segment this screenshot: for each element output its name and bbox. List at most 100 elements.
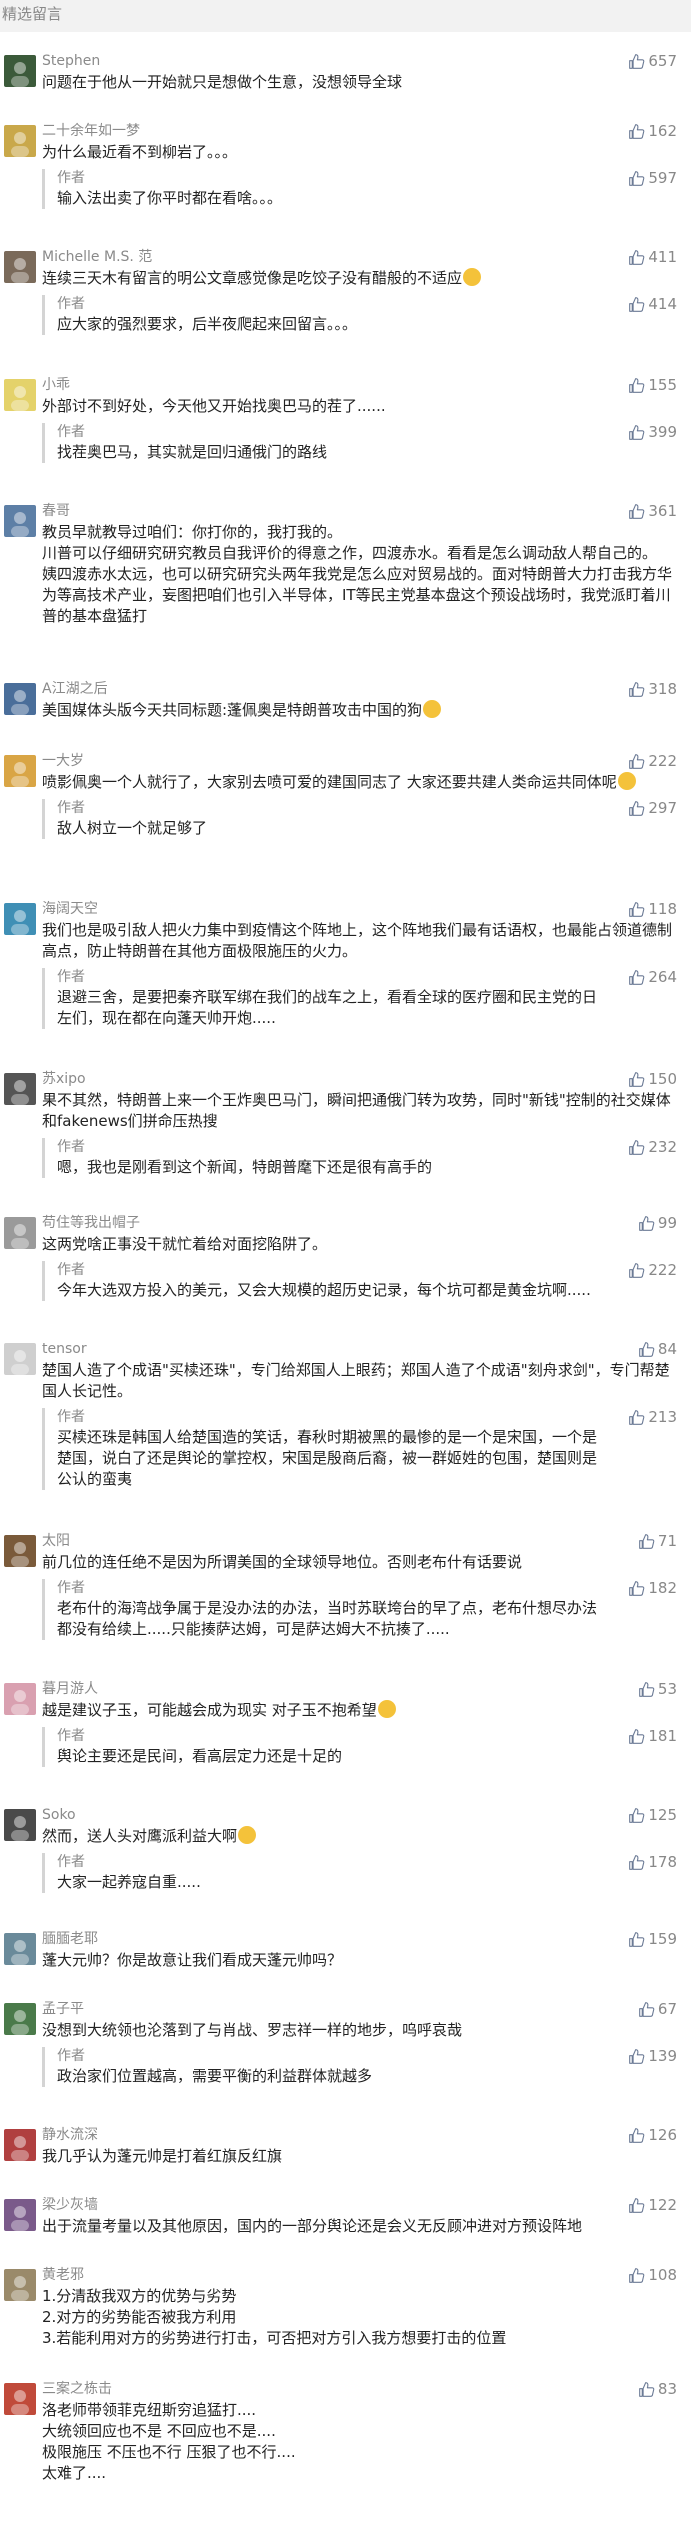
comment-nickname[interactable]: 暮月游人	[42, 1680, 677, 1698]
comment-item: 春哥 361 教员早就教导过咱们：你打你的，我打我的。 川普可以仔细研究研究教员自我…	[0, 502, 691, 627]
comment-nickname[interactable]: 梁少灰墙	[42, 2196, 677, 2214]
avatar[interactable]	[4, 1933, 36, 1965]
reply-like-button[interactable]: 232	[628, 1138, 677, 1156]
like-button[interactable]: 361	[628, 502, 677, 520]
avatar[interactable]	[4, 683, 36, 715]
author-reply: 作者 139 政治家们位置越高，需要平衡的利益群体就越多	[42, 2047, 677, 2087]
avatar[interactable]	[4, 251, 36, 283]
reply-author-label: 作者	[57, 1409, 85, 1425]
avatar[interactable]	[4, 2269, 36, 2301]
comment-nickname[interactable]: 苟住等我出帽子	[42, 1214, 677, 1232]
avatar[interactable]	[4, 1683, 36, 1715]
reply-like-button[interactable]: 181	[628, 1727, 677, 1745]
reply-like-button[interactable]: 139	[628, 2047, 677, 2065]
reply-content: 敌人树立一个就足够了	[57, 819, 208, 837]
avatar[interactable]	[4, 2199, 36, 2231]
reply-like-button[interactable]: 222	[628, 1261, 677, 1279]
comment-nickname[interactable]: 海阔天空	[42, 900, 677, 918]
reply-like-count: 222	[648, 1261, 677, 1279]
comment-nickname[interactable]: 小乖	[42, 376, 677, 394]
comment-content: 美国媒体头版今天共同标题:蓬佩奥是特朗普攻击中国的狗	[42, 700, 677, 721]
like-button[interactable]: 125	[628, 1806, 677, 1824]
reply-like-count: 297	[648, 799, 677, 817]
like-button[interactable]: 122	[628, 2196, 677, 2214]
like-button[interactable]: 118	[628, 900, 677, 918]
reply-author-label: 作者	[57, 170, 85, 186]
avatar[interactable]	[4, 1343, 36, 1375]
like-button[interactable]: 657	[628, 52, 677, 70]
comment-item: Soko 125 然而，送人头对鹰派利益大啊 作者 178 大家一起养寇自重.....	[0, 1806, 691, 1893]
like-count: 83	[657, 2380, 677, 2398]
reply-like-button[interactable]: 182	[628, 1579, 677, 1597]
avatar[interactable]	[4, 1535, 36, 1567]
comment-nickname[interactable]: 黄老邪	[42, 2266, 677, 2284]
comment-nickname[interactable]: 静水流深	[42, 2126, 677, 2144]
emoji-icon	[617, 772, 636, 790]
avatar[interactable]	[4, 2129, 36, 2161]
avatar[interactable]	[4, 505, 36, 537]
comment-nickname[interactable]: A江湖之后	[42, 680, 677, 698]
like-button[interactable]: 53	[638, 1680, 677, 1698]
comment-nickname[interactable]: 三案之栋击	[42, 2380, 677, 2398]
avatar[interactable]	[4, 2383, 36, 2415]
comment-nickname[interactable]: Stephen	[42, 52, 677, 70]
like-count: 126	[648, 2126, 677, 2144]
comment-nickname[interactable]: 二十余年如一梦	[42, 122, 677, 140]
like-button[interactable]: 71	[638, 1532, 677, 1550]
thumbs-up-icon	[638, 1533, 655, 1550]
comment-nickname[interactable]: 太阳	[42, 1532, 677, 1550]
like-button[interactable]: 108	[628, 2266, 677, 2284]
like-button[interactable]: 162	[628, 122, 677, 140]
like-button[interactable]: 83	[638, 2380, 677, 2398]
like-button[interactable]: 126	[628, 2126, 677, 2144]
comment-nickname[interactable]: 苏xipo	[42, 1070, 677, 1088]
avatar[interactable]	[4, 1809, 36, 1841]
reply-author-label: 作者	[57, 296, 85, 312]
page: 精选留言 Stephen 657 问题在于他从一开始就只是想做个生意，没想领导全球二…	[0, 0, 691, 2534]
reply-content: 大家一起养寇自重.....	[57, 1873, 201, 1891]
thumbs-up-icon	[628, 249, 645, 266]
comment-nickname[interactable]: 春哥	[42, 502, 677, 520]
comment-nickname[interactable]: Michelle M.S. 范	[42, 248, 677, 266]
comment-item: 小乖 155 外部讨不到好处，今天他又开始找奥巴马的茬了...... 作者 399 找茬奥…	[0, 376, 691, 463]
thumbs-up-icon	[628, 1262, 645, 1279]
comment-item: tensor 84 楚国人造了个成语"买椟还珠"，专门给郑国人上眼药；郑国人造了个成…	[0, 1340, 691, 1490]
reply-like-button[interactable]: 399	[628, 423, 677, 441]
like-button[interactable]: 222	[628, 752, 677, 770]
reply-like-count: 264	[648, 968, 677, 986]
comment-nickname[interactable]: 腼腼老耶	[42, 1930, 677, 1948]
avatar[interactable]	[4, 1217, 36, 1249]
comment-nickname[interactable]: Soko	[42, 1806, 677, 1824]
reply-like-button[interactable]: 178	[628, 1853, 677, 1871]
author-reply: 作者 399 找茬奥巴马，其实就是回归通俄门的路线	[42, 423, 677, 463]
comment-content: 问题在于他从一开始就只是想做个生意，没想领导全球	[42, 73, 403, 91]
like-count: 84	[657, 1340, 677, 1358]
reply-like-button[interactable]: 213	[628, 1408, 677, 1426]
comment-item: 三案之栋击 83 洛老师带领菲克纽斯穷追猛打.... 大统领回应也不是 不回应也不是…	[0, 2380, 691, 2484]
reply-like-button[interactable]: 297	[628, 799, 677, 817]
like-button[interactable]: 318	[628, 680, 677, 698]
avatar[interactable]	[4, 1073, 36, 1105]
like-button[interactable]: 155	[628, 376, 677, 394]
reply-like-button[interactable]: 264	[628, 968, 677, 986]
like-button[interactable]: 411	[628, 248, 677, 266]
comment-nickname[interactable]: 孟子平	[42, 2000, 677, 2018]
like-button[interactable]: 159	[628, 1930, 677, 1948]
like-button[interactable]: 84	[638, 1340, 677, 1358]
reply-like-button[interactable]: 414	[628, 295, 677, 313]
author-reply: 作者 181 舆论主要还是民间，看高层定力还是十足的	[42, 1727, 677, 1767]
avatar[interactable]	[4, 125, 36, 157]
avatar[interactable]	[4, 2003, 36, 2035]
reply-like-count: 181	[648, 1727, 677, 1745]
comment-nickname[interactable]: tensor	[42, 1340, 677, 1358]
avatar[interactable]	[4, 755, 36, 787]
like-button[interactable]: 67	[638, 2000, 677, 2018]
avatar[interactable]	[4, 379, 36, 411]
comment-nickname[interactable]: 一大岁	[42, 752, 677, 770]
reply-like-button[interactable]: 597	[628, 169, 677, 187]
avatar[interactable]	[4, 55, 36, 87]
like-button[interactable]: 99	[638, 1214, 677, 1232]
comment-item: 静水流深 126 我几乎认为蓬元帅是打着红旗反红旗	[0, 2126, 691, 2167]
avatar[interactable]	[4, 903, 36, 935]
like-button[interactable]: 150	[628, 1070, 677, 1088]
